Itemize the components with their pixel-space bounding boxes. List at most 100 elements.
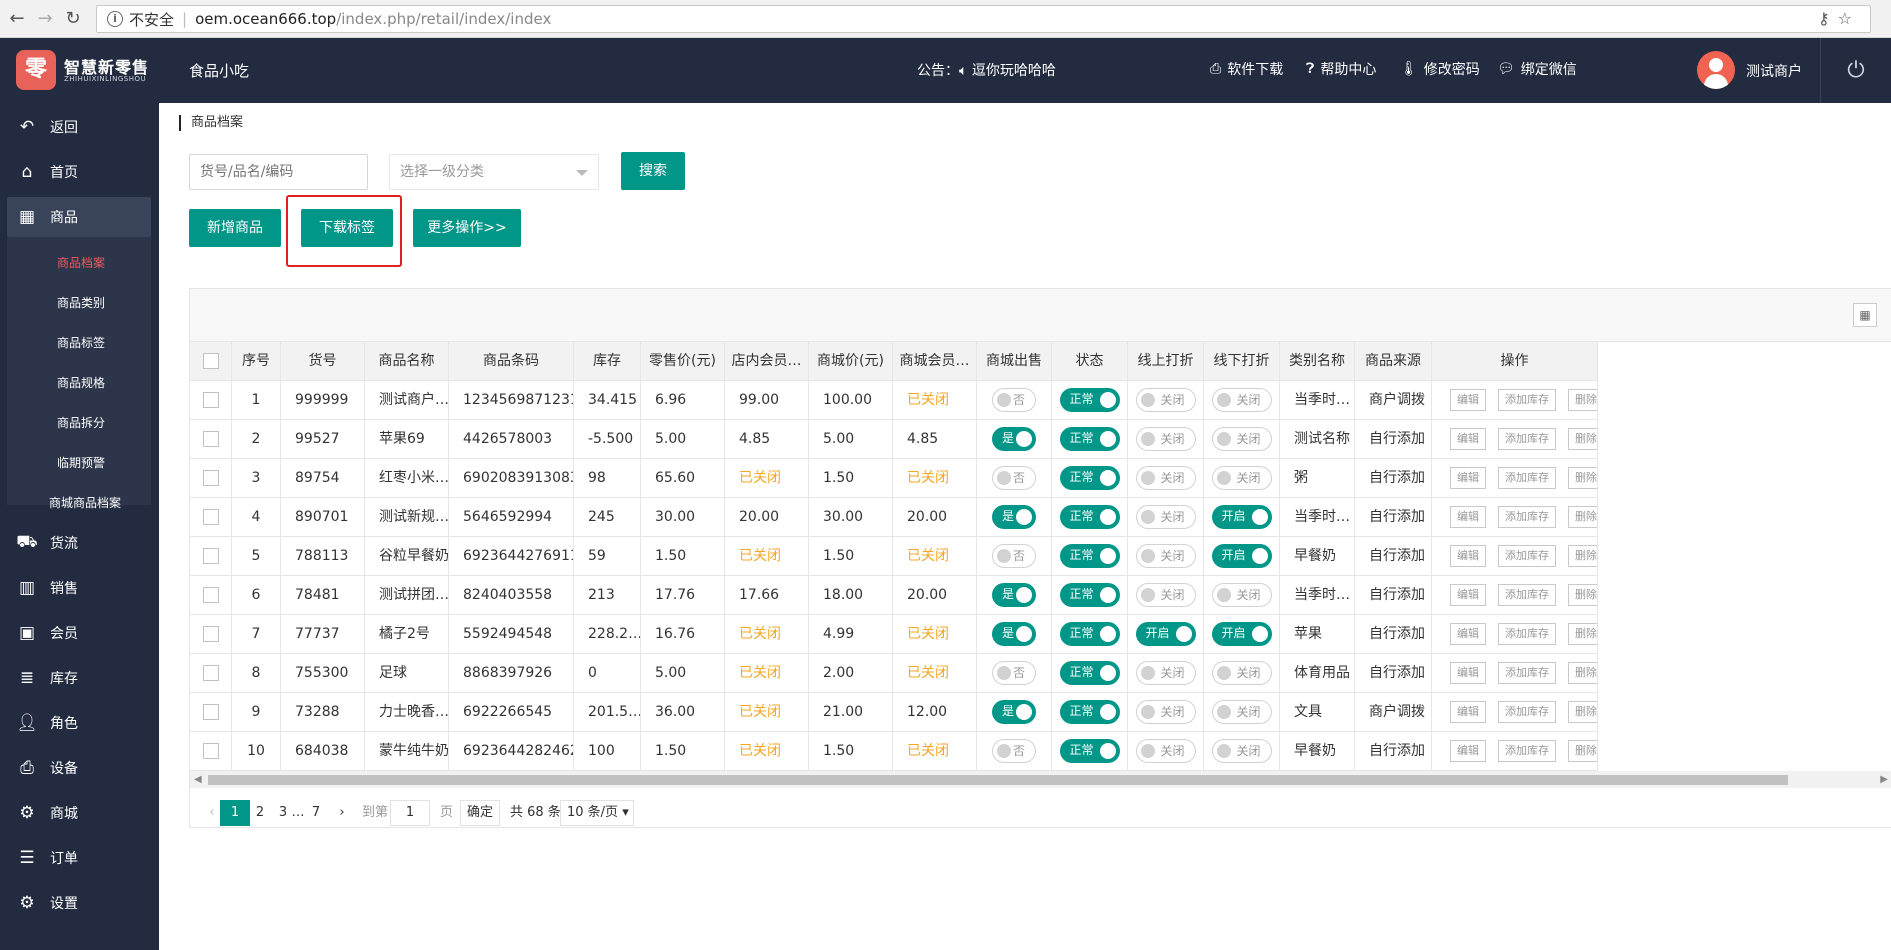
sub-item-mall-goods-archive[interactable]: 商城商品档案: [49, 494, 121, 511]
download-label-button[interactable]: 下载标签: [301, 209, 393, 247]
row-checkbox[interactable]: [202, 626, 219, 642]
delete-button[interactable]: 删除: [1568, 428, 1597, 450]
edit-button[interactable]: 编辑: [1450, 389, 1486, 411]
edit-button[interactable]: 编辑: [1450, 584, 1486, 606]
status-toggle[interactable]: 正常: [1059, 661, 1120, 685]
search-input[interactable]: [189, 154, 368, 190]
row-checkbox[interactable]: [202, 470, 219, 486]
goto-confirm-button[interactable]: 确定: [460, 800, 500, 826]
mall-sale-toggle[interactable]: 否: [992, 661, 1036, 685]
add-goods-button[interactable]: 新增商品: [189, 209, 281, 247]
sidebar-item-settings[interactable]: ⚙ 设置: [0, 883, 159, 923]
power-icon[interactable]: ⏻: [1820, 38, 1891, 103]
offline-toggle[interactable]: 关闭: [1211, 583, 1272, 607]
prev-page-icon[interactable]: ‹: [204, 800, 220, 826]
edit-button[interactable]: 编辑: [1450, 467, 1486, 489]
star-icon[interactable]: ☆: [1838, 9, 1860, 28]
row-checkbox[interactable]: [202, 743, 219, 759]
sidebar-item-inventory[interactable]: ≣ 库存: [0, 658, 159, 698]
scrollbar-thumb[interactable]: [208, 775, 1788, 785]
scroll-left-icon[interactable]: ◀: [194, 771, 202, 788]
help-center-link[interactable]: ❓︎ 帮助中心: [1306, 59, 1376, 79]
delete-button[interactable]: 删除: [1568, 545, 1597, 567]
delete-button[interactable]: 删除: [1568, 389, 1597, 411]
status-toggle[interactable]: 正常: [1059, 505, 1120, 529]
online-toggle[interactable]: 关闭: [1135, 544, 1196, 568]
sub-item-goods-tag[interactable]: 商品标签: [57, 334, 105, 351]
add-stock-button[interactable]: 添加库存: [1498, 428, 1556, 450]
page-size-select[interactable]: 10 条/页 ▾: [560, 800, 634, 826]
status-toggle[interactable]: 正常: [1059, 739, 1120, 763]
sidebar-item-goods[interactable]: ▦ 商品: [7, 197, 151, 237]
edit-button[interactable]: 编辑: [1450, 662, 1486, 684]
info-icon[interactable]: i: [107, 11, 123, 27]
software-download-link[interactable]: ⎙ 软件下载: [1210, 59, 1283, 79]
page-3[interactable]: 3: [276, 800, 290, 826]
sidebar-item-logistics[interactable]: ⛟ 货流: [0, 523, 159, 563]
select-all-header[interactable]: [190, 342, 232, 381]
online-toggle[interactable]: 开启: [1135, 622, 1196, 646]
add-stock-button[interactable]: 添加库存: [1498, 740, 1556, 762]
offline-toggle[interactable]: 关闭: [1211, 427, 1272, 451]
online-toggle[interactable]: 关闭: [1135, 427, 1196, 451]
add-stock-button[interactable]: 添加库存: [1498, 662, 1556, 684]
category-select[interactable]: 选择一级分类: [389, 154, 599, 190]
offline-toggle[interactable]: 关闭: [1211, 739, 1272, 763]
status-toggle[interactable]: 正常: [1059, 622, 1120, 646]
page-1[interactable]: 1: [220, 800, 250, 826]
status-toggle[interactable]: 正常: [1059, 700, 1120, 724]
avatar[interactable]: [1697, 51, 1735, 89]
delete-button[interactable]: 删除: [1568, 662, 1597, 684]
search-button[interactable]: 搜索: [621, 152, 685, 190]
back-icon[interactable]: ←: [6, 8, 28, 29]
status-toggle[interactable]: 正常: [1059, 466, 1120, 490]
status-toggle[interactable]: 正常: [1059, 388, 1120, 412]
status-toggle[interactable]: 正常: [1059, 427, 1120, 451]
online-toggle[interactable]: 关闭: [1135, 583, 1196, 607]
select-all-checkbox[interactable]: [202, 353, 219, 369]
bind-wechat-link[interactable]: 💬︎ 绑定微信: [1497, 59, 1577, 79]
sub-item-goods-archive[interactable]: 商品档案: [57, 254, 105, 271]
offline-toggle[interactable]: 关闭: [1211, 661, 1272, 685]
add-stock-button[interactable]: 添加库存: [1498, 545, 1556, 567]
mall-sale-toggle[interactable]: 是: [992, 583, 1036, 607]
key-icon[interactable]: ⚷: [1818, 9, 1838, 28]
goto-page-input[interactable]: 1: [390, 800, 430, 826]
mall-sale-toggle[interactable]: 是: [992, 622, 1036, 646]
next-page-icon[interactable]: ›: [334, 800, 350, 826]
sidebar-item-devices[interactable]: ⎙ 设备: [0, 748, 159, 788]
user-name[interactable]: 测试商户: [1746, 61, 1802, 81]
online-toggle[interactable]: 关闭: [1135, 466, 1196, 490]
change-password-link[interactable]: 🌡︎ 修改密码: [1400, 59, 1480, 79]
online-toggle[interactable]: 关闭: [1135, 700, 1196, 724]
sidebar-item-members[interactable]: ▣ 会员: [0, 613, 159, 653]
mall-sale-toggle[interactable]: 是: [992, 700, 1036, 724]
delete-button[interactable]: 删除: [1568, 506, 1597, 528]
online-toggle[interactable]: 关闭: [1135, 388, 1196, 412]
page-2[interactable]: 2: [252, 800, 268, 826]
offline-toggle[interactable]: 关闭: [1211, 388, 1272, 412]
mall-sale-toggle[interactable]: 是: [992, 505, 1036, 529]
sidebar-item-sales[interactable]: ▥ 销售: [0, 568, 159, 608]
edit-button[interactable]: 编辑: [1450, 740, 1486, 762]
offline-toggle[interactable]: 开启: [1211, 544, 1272, 568]
sub-item-goods-spec[interactable]: 商品规格: [57, 374, 105, 391]
edit-button[interactable]: 编辑: [1450, 701, 1486, 723]
columns-icon[interactable]: ▦: [1853, 303, 1877, 327]
online-toggle[interactable]: 关闭: [1135, 505, 1196, 529]
mall-sale-toggle[interactable]: 否: [992, 739, 1036, 763]
online-toggle[interactable]: 关闭: [1135, 661, 1196, 685]
sub-item-goods-split[interactable]: 商品拆分: [57, 414, 105, 431]
mall-sale-toggle[interactable]: 是: [992, 427, 1036, 451]
row-checkbox[interactable]: [202, 704, 219, 720]
row-checkbox[interactable]: [202, 509, 219, 525]
offline-toggle[interactable]: 开启: [1211, 505, 1272, 529]
add-stock-button[interactable]: 添加库存: [1498, 701, 1556, 723]
delete-button[interactable]: 删除: [1568, 701, 1597, 723]
add-stock-button[interactable]: 添加库存: [1498, 506, 1556, 528]
add-stock-button[interactable]: 添加库存: [1498, 389, 1556, 411]
status-toggle[interactable]: 正常: [1059, 544, 1120, 568]
row-checkbox[interactable]: [202, 665, 219, 681]
edit-button[interactable]: 编辑: [1450, 545, 1486, 567]
mall-sale-toggle[interactable]: 否: [992, 544, 1036, 568]
